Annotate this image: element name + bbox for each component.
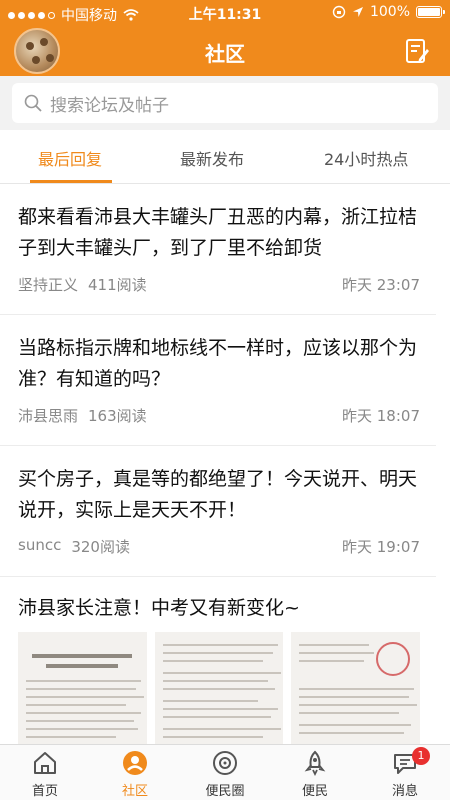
post-meta: 坚持正义 411阅读 昨天 23:07 bbox=[18, 274, 420, 295]
community-icon bbox=[123, 751, 147, 775]
compose-icon[interactable] bbox=[404, 38, 430, 64]
search-bar: 搜索论坛及帖子 bbox=[0, 76, 450, 130]
tab-active-indicator bbox=[30, 180, 112, 183]
circle-icon bbox=[213, 751, 237, 775]
post-meta: 沛县思雨 163阅读 昨天 18:07 bbox=[18, 405, 420, 426]
list-item[interactable]: 沛县家长注意！中考又有新变化~ bbox=[0, 577, 436, 744]
tabbar-item-messages[interactable]: 消息 1 bbox=[360, 747, 450, 799]
bottom-tab-bar: 首页 社区 便民圈 便民 消息 1 bbox=[0, 744, 450, 800]
unread-badge: 1 bbox=[412, 747, 430, 765]
list-item[interactable]: 当路标指示牌和地标线不一样时，应该以那个为准？有知道的吗？ 沛县思雨 163阅读… bbox=[0, 315, 436, 446]
location-icon bbox=[352, 7, 363, 17]
lock-rotation-icon bbox=[332, 5, 346, 19]
post-title: 都来看看沛县大丰罐头厂丑恶的内幕，浙江拉桔子到大丰罐头厂，到了厂里不给卸货 bbox=[18, 206, 418, 259]
list-item[interactable]: 都来看看沛县大丰罐头厂丑恶的内幕，浙江拉桔子到大丰罐头厂，到了厂里不给卸货 坚持… bbox=[0, 184, 436, 315]
post-reads: 163阅读 bbox=[88, 407, 147, 425]
seal-stamp bbox=[376, 642, 411, 676]
post-list: 都来看看沛县大丰罐头厂丑恶的内幕，浙江拉桔子到大丰罐头厂，到了厂里不给卸货 坚持… bbox=[0, 184, 450, 744]
search-icon bbox=[24, 94, 42, 112]
page-title: 社区 bbox=[205, 42, 245, 66]
post-image[interactable] bbox=[291, 632, 421, 744]
rocket-icon bbox=[304, 750, 326, 777]
battery-percent: 100% bbox=[369, 4, 410, 20]
search-input[interactable]: 搜索论坛及帖子 bbox=[12, 83, 438, 123]
tabbar-item-circle[interactable]: 便民圈 bbox=[180, 749, 270, 799]
post-reads: 411阅读 bbox=[88, 276, 147, 294]
tab-24h-hot[interactable]: 24小时热点 bbox=[324, 146, 408, 170]
post-author: 沛县思雨 bbox=[18, 407, 79, 425]
tabbar-item-service[interactable]: 便民 bbox=[270, 749, 360, 799]
post-author: 坚持正义 bbox=[18, 276, 79, 294]
list-item[interactable]: 买个房子，真是等的都绝望了！今天说开、明天说开，实际上是天天不开！ suncc … bbox=[0, 446, 436, 577]
tab-last-reply[interactable]: 最后回复 bbox=[38, 146, 102, 170]
tab-latest[interactable]: 最新发布 bbox=[180, 146, 244, 170]
home-icon bbox=[34, 752, 56, 774]
post-image[interactable] bbox=[18, 632, 147, 744]
post-time: 昨天 19:07 bbox=[342, 538, 420, 556]
search-placeholder: 搜索论坛及帖子 bbox=[50, 95, 169, 116]
post-reads: 320阅读 bbox=[71, 538, 130, 556]
post-author: suncc bbox=[18, 536, 62, 554]
post-image[interactable] bbox=[154, 632, 284, 744]
status-right: 100% bbox=[332, 4, 445, 20]
tabbar-label: 便民圈 bbox=[205, 784, 245, 799]
tabbar-item-community[interactable]: 社区 bbox=[90, 749, 180, 799]
post-meta: suncc 320阅读 昨天 19:07 bbox=[18, 536, 420, 557]
tabbar-label: 便民 bbox=[301, 784, 328, 799]
tab-bar: 最后回复 最新发布 24小时热点 bbox=[0, 130, 450, 184]
tabbar-item-home[interactable]: 首页 bbox=[0, 749, 90, 799]
battery-icon bbox=[416, 6, 445, 18]
nav-bar: 社区 bbox=[0, 26, 450, 76]
status-bar: 中国移动 上午11:31 100% bbox=[0, 0, 450, 26]
post-time: 昨天 23:07 bbox=[342, 276, 420, 294]
post-time: 昨天 18:07 bbox=[342, 407, 420, 425]
tabbar-label: 社区 bbox=[121, 784, 148, 799]
post-title: 沛县家长注意！中考又有新变化~ bbox=[18, 597, 300, 619]
tabbar-label: 消息 bbox=[391, 784, 418, 799]
post-title: 当路标指示牌和地标线不一样时，应该以那个为准？有知道的吗？ bbox=[18, 337, 418, 390]
post-title: 买个房子，真是等的都绝望了！今天说开、明天说开，实际上是天天不开！ bbox=[18, 468, 418, 521]
post-images bbox=[18, 632, 421, 744]
tabbar-label: 首页 bbox=[31, 784, 58, 799]
